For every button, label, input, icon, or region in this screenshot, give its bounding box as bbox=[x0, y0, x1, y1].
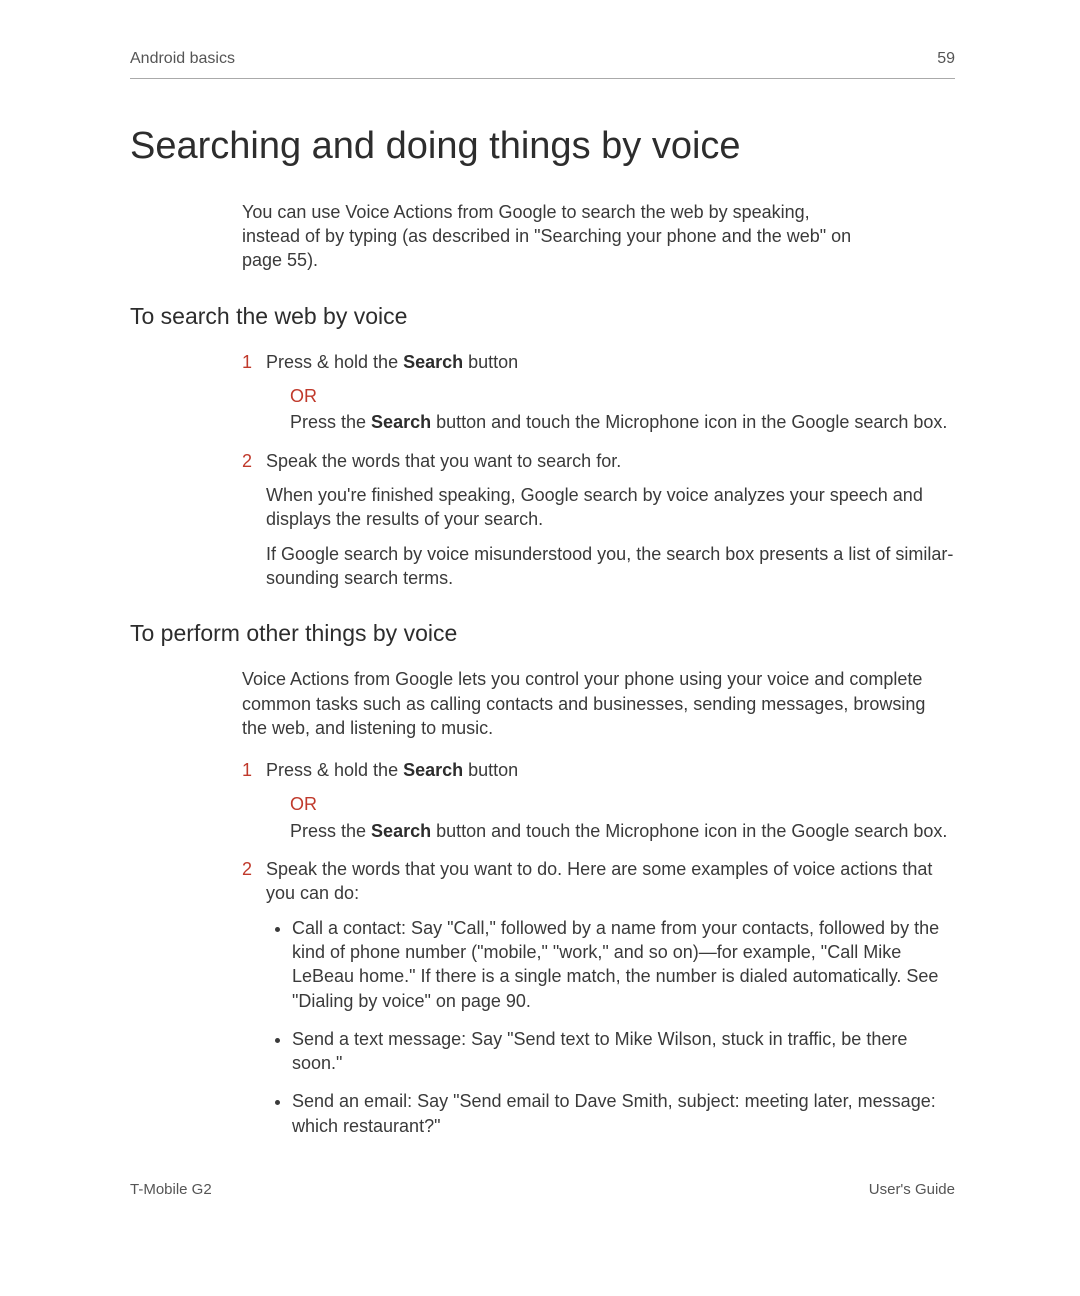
step-text: When you're finished speaking, Google se… bbox=[266, 483, 955, 532]
or-label: OR bbox=[290, 792, 955, 816]
page-footer: T-Mobile G2 User's Guide bbox=[130, 1180, 955, 1200]
step-text: Press the Search button and touch the Mi… bbox=[290, 819, 955, 843]
page: Android basics 59 Searching and doing th… bbox=[0, 0, 1080, 1296]
step-text: Press & hold the Search button bbox=[266, 350, 955, 374]
page-header: Android basics 59 bbox=[130, 48, 955, 79]
step-number: 1 bbox=[242, 758, 266, 853]
bullet-item: Send an email: Say "Send email to Dave S… bbox=[292, 1089, 955, 1138]
list-item: 2 Speak the words that you want to do. H… bbox=[242, 857, 955, 1152]
bullet-item: Send a text message: Say "Send text to M… bbox=[292, 1027, 955, 1076]
bullet-item: Call a contact: Say "Call," followed by … bbox=[292, 916, 955, 1013]
page-title: Searching and doing things by voice bbox=[130, 121, 955, 172]
header-left: Android basics bbox=[130, 48, 235, 70]
step-text: Press & hold the Search button bbox=[266, 758, 955, 782]
section-heading: To perform other things by voice bbox=[130, 618, 955, 649]
step-number: 2 bbox=[242, 449, 266, 600]
step-number: 1 bbox=[242, 350, 266, 445]
list-item: 1 Press & hold the Search button OR Pres… bbox=[242, 350, 955, 445]
bullet-list: Call a contact: Say "Call," followed by … bbox=[266, 916, 955, 1138]
section-heading: To search the web by voice bbox=[130, 301, 955, 332]
step-text: Speak the words that you want to search … bbox=[266, 449, 955, 473]
list-item: 2 Speak the words that you want to searc… bbox=[242, 449, 955, 600]
step-number: 2 bbox=[242, 857, 266, 1152]
step-text: Speak the words that you want to do. Her… bbox=[266, 857, 955, 906]
page-number: 59 bbox=[937, 48, 955, 70]
section-intro: Voice Actions from Google lets you contr… bbox=[242, 667, 955, 740]
intro-paragraph: You can use Voice Actions from Google to… bbox=[242, 200, 865, 273]
step-text: If Google search by voice misunderstood … bbox=[266, 542, 955, 591]
footer-left: T-Mobile G2 bbox=[130, 1180, 212, 1200]
or-label: OR bbox=[290, 384, 955, 408]
list-item: 1 Press & hold the Search button OR Pres… bbox=[242, 758, 955, 853]
footer-right: User's Guide bbox=[869, 1180, 955, 1200]
step-text: Press the Search button and touch the Mi… bbox=[290, 410, 955, 434]
